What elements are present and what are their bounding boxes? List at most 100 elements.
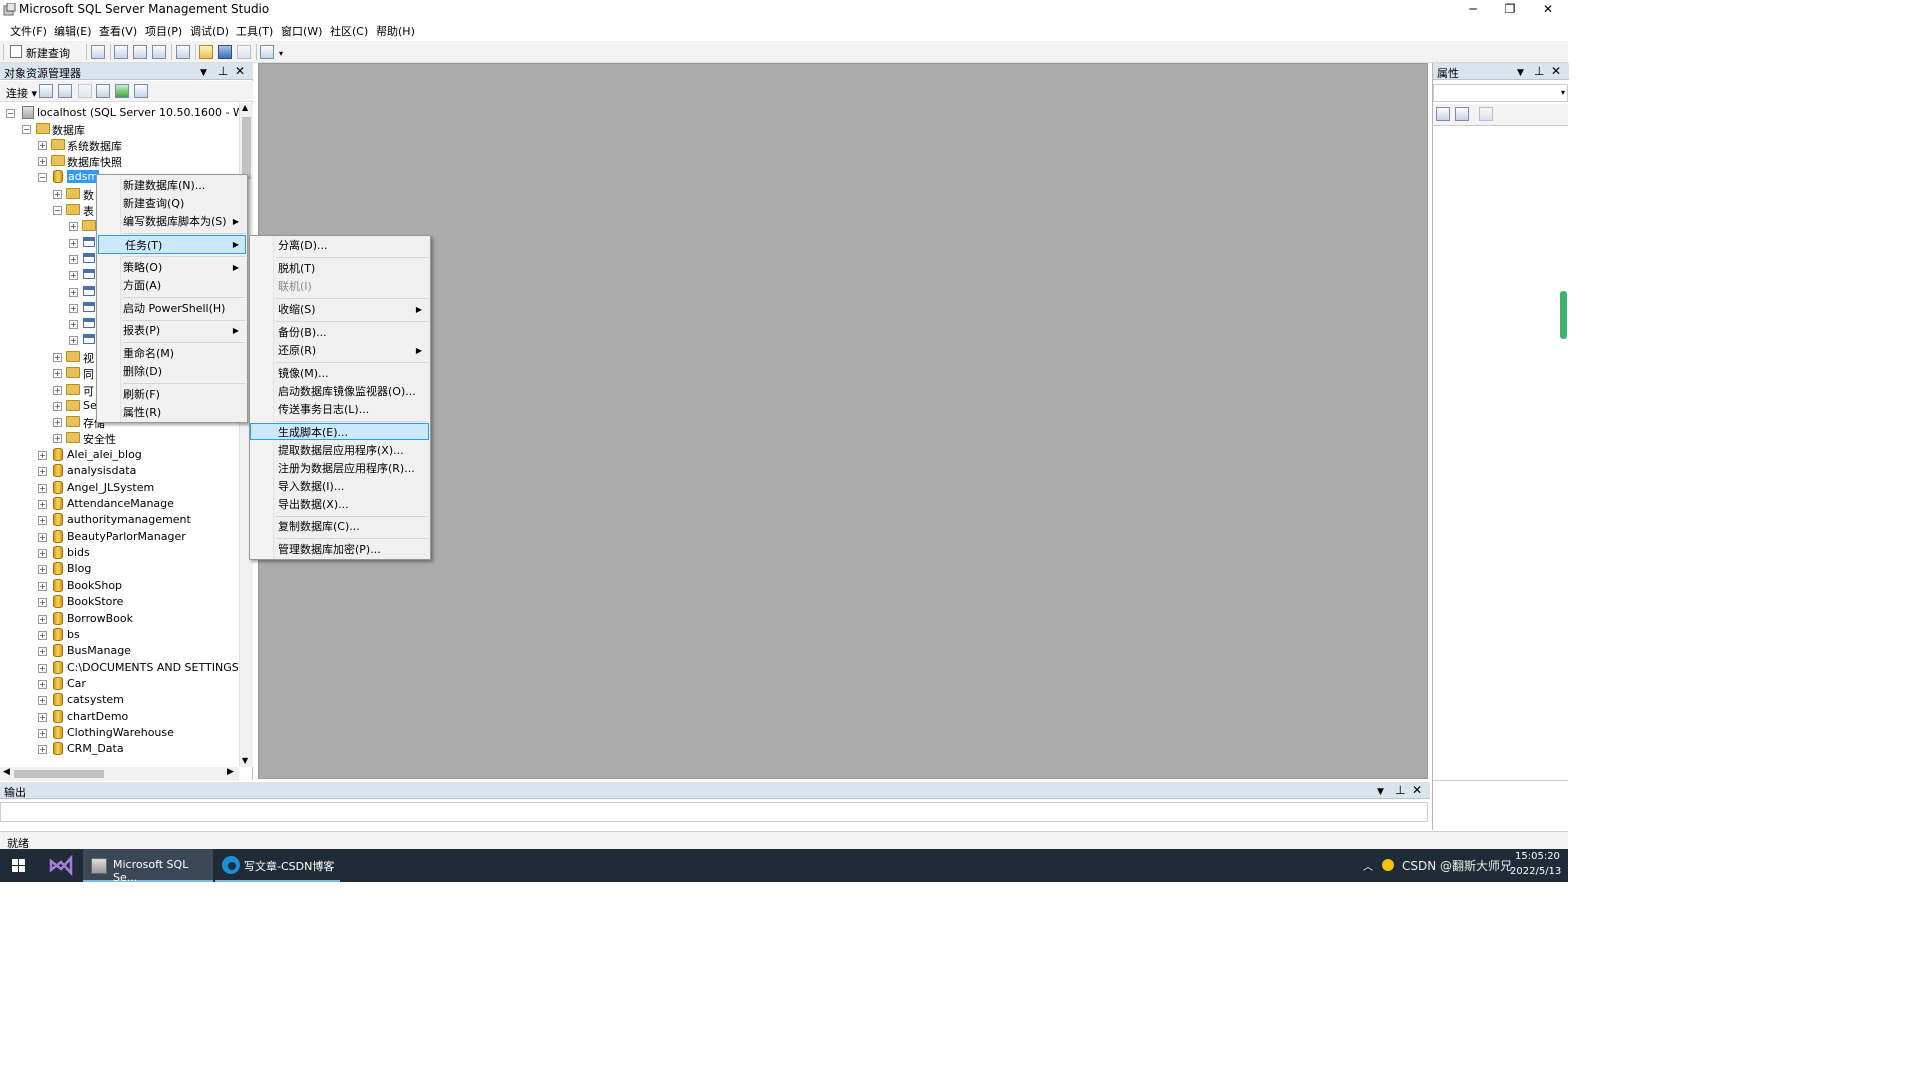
table-row[interactable]: +	[0, 332, 100, 348]
dmx-query-icon[interactable]	[152, 45, 166, 59]
menu-import-data[interactable]: 导入数据(I)...	[252, 478, 428, 495]
menu-file[interactable]: 文件(F)	[10, 23, 47, 39]
tree-node-tables[interactable]: − 表	[0, 202, 100, 218]
table-row[interactable]: +	[0, 300, 100, 316]
menu-tasks[interactable]: 任务(T) ▶	[98, 235, 246, 254]
database-list-item[interactable]: + analysisdata	[0, 463, 239, 479]
tree-node-child[interactable]: + 数	[0, 186, 100, 202]
db-engine-query-icon[interactable]	[91, 45, 105, 59]
menu-project[interactable]: 项目(P)	[145, 23, 182, 39]
menu-start-powershell[interactable]: 启动 PowerShell(H)	[99, 300, 245, 317]
menu-extract-data-tier-app[interactable]: 提取数据层应用程序(X)...	[252, 442, 428, 459]
scroll-thumb[interactable]	[14, 770, 104, 778]
menu-new-database[interactable]: 新建数据库(N)...	[99, 177, 245, 194]
ssms-taskbar-button[interactable]: Microsoft SQL Se...	[83, 849, 213, 884]
menu-manage-encryption[interactable]: 管理数据库加密(P)...	[252, 541, 428, 558]
menu-properties[interactable]: 属性(R)	[99, 404, 245, 421]
database-list-item[interactable]: + bids	[0, 545, 239, 561]
pane-dropdown-icon[interactable]: ▼	[1517, 66, 1524, 80]
table-row[interactable]: +	[0, 251, 100, 267]
tree-node-security[interactable]: + 安全性	[0, 430, 200, 446]
database-list-item[interactable]: + Angel_JLSystem	[0, 480, 239, 496]
menu-help[interactable]: 帮助(H)	[376, 23, 415, 39]
tree-node-programmability[interactable]: + 可	[0, 382, 100, 398]
menu-debug[interactable]: 调试(D)	[190, 23, 229, 39]
output-source-select[interactable]	[0, 802, 1428, 822]
menu-backup[interactable]: 备份(B)...	[252, 324, 428, 341]
pin-icon[interactable]: ⊥	[1395, 783, 1405, 797]
tree-node-databases[interactable]: − 数据库	[0, 121, 239, 137]
menu-detach[interactable]: 分离(D)...	[252, 237, 428, 254]
filter-icon[interactable]	[96, 84, 110, 98]
properties-object-select[interactable]: ▾	[1433, 84, 1568, 102]
database-list-item[interactable]: + BusManage	[0, 643, 239, 659]
pane-dropdown-icon[interactable]: ▼	[1377, 785, 1384, 799]
menu-view[interactable]: 查看(V)	[99, 23, 137, 39]
tree-node-db-snapshots[interactable]: + 数据库快照	[0, 153, 239, 169]
toolbar-overflow-icon[interactable]: ▾	[279, 49, 283, 58]
pin-icon[interactable]: ⊥	[1534, 64, 1544, 78]
pin-icon[interactable]: ⊥	[218, 64, 228, 78]
stop-icon[interactable]	[78, 84, 92, 98]
menu-script-database-as[interactable]: 编写数据库脚本为(S) ▶	[99, 213, 245, 230]
tree-node-service-broker[interactable]: + Se	[0, 398, 100, 414]
pane-dropdown-icon[interactable]: ▼	[200, 66, 207, 80]
table-row[interactable]: +	[0, 267, 100, 283]
database-list-item[interactable]: + Car	[0, 676, 239, 692]
activity-monitor-icon[interactable]	[260, 45, 274, 59]
database-list-item[interactable]: + BookStore	[0, 594, 239, 610]
save-icon[interactable]	[218, 45, 232, 59]
database-list-item[interactable]: + BeautyParlorManager	[0, 529, 239, 545]
database-list-item[interactable]: + chartDemo	[0, 709, 239, 725]
tree-node-server[interactable]: − localhost (SQL Server 10.50.1600 - WUS…	[0, 105, 239, 121]
table-row[interactable]: +	[0, 235, 100, 251]
disconnect-icon[interactable]	[58, 84, 72, 98]
database-list-item[interactable]: + authoritymanagement	[0, 512, 239, 528]
menu-tools[interactable]: 工具(T)	[236, 23, 273, 39]
menu-copy-database[interactable]: 复制数据库(C)...	[252, 518, 428, 535]
tree-horizontal-scrollbar[interactable]: ◀ ▶	[0, 767, 239, 781]
show-hidden-icons[interactable]: ︿	[1363, 858, 1373, 873]
restore-button[interactable]: ❐	[1492, 0, 1528, 19]
minimize-button[interactable]: ─	[1455, 0, 1491, 19]
menu-edit[interactable]: 编辑(E)	[54, 23, 92, 39]
property-pages-icon[interactable]	[1479, 107, 1493, 121]
scroll-thumb[interactable]	[242, 117, 251, 179]
table-row[interactable]: +	[0, 284, 100, 300]
menu-new-query[interactable]: 新建查询(Q)	[99, 195, 245, 212]
menu-launch-mirroring-monitor[interactable]: 启动数据库镜像监视器(O)...	[252, 383, 428, 400]
database-list-item[interactable]: + AttendanceManage	[0, 496, 239, 512]
tree-node-storage[interactable]: + 存储	[0, 414, 105, 430]
tree-node-views[interactable]: + 视	[0, 349, 100, 365]
connect-object-icon[interactable]	[39, 84, 53, 98]
menu-generate-scripts[interactable]: 生成脚本(E)...	[250, 423, 429, 440]
alphabetical-sort-icon[interactable]	[1455, 107, 1469, 121]
categorized-icon[interactable]	[1436, 107, 1450, 121]
database-list-item[interactable]: + BookShop	[0, 578, 239, 594]
tree-node-system-tables[interactable]: +	[0, 218, 100, 234]
mdx-query-icon[interactable]	[133, 45, 147, 59]
clock-date[interactable]: 2022/5/13	[1510, 866, 1561, 877]
pane-close-icon[interactable]: ✕	[1412, 783, 1422, 797]
tree-node-synonyms[interactable]: + 同	[0, 365, 100, 381]
pane-close-icon[interactable]: ✕	[235, 64, 245, 78]
edge-taskbar-button[interactable]: 写文章-CSDN博客 ...	[215, 849, 340, 887]
database-list-item[interactable]: + Blog	[0, 561, 239, 577]
menu-register-data-tier-app[interactable]: 注册为数据层应用程序(R)...	[252, 460, 428, 477]
print-icon[interactable]	[237, 45, 251, 59]
menu-restore[interactable]: 还原(R) ▶	[252, 342, 428, 359]
connect-button[interactable]: 连接 ▾	[6, 85, 37, 101]
tree-node-system-databases[interactable]: + 系统数据库	[0, 137, 239, 153]
xmla-query-icon[interactable]	[176, 45, 190, 59]
menu-facets[interactable]: 方面(A)	[99, 277, 245, 294]
database-list-item[interactable]: + bs	[0, 627, 239, 643]
pane-close-icon[interactable]: ✕	[1551, 64, 1561, 78]
menu-refresh[interactable]: 刷新(F)	[99, 386, 245, 403]
menu-take-offline[interactable]: 脱机(T)	[252, 260, 428, 277]
menu-rename[interactable]: 重命名(M)	[99, 345, 245, 362]
menu-ship-transaction-logs[interactable]: 传送事务日志(L)...	[252, 401, 428, 418]
database-list-item[interactable]: +C:\DOCUMENTS AND SETTINGS\AD	[0, 660, 239, 676]
new-query-button[interactable]: 新建查询(N)	[8, 43, 82, 74]
table-row[interactable]: +	[0, 316, 100, 332]
database-list-item[interactable]: + BorrowBook	[0, 611, 239, 627]
